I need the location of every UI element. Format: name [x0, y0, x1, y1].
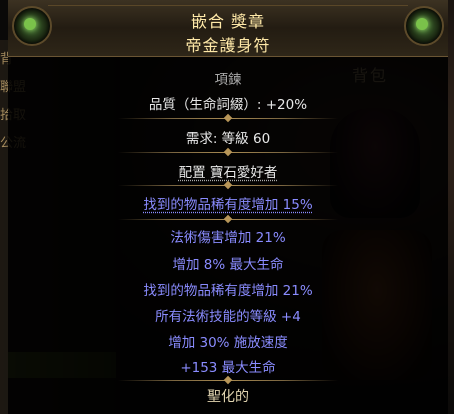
explicit-mod: 法術傷害增加 21%	[170, 230, 286, 246]
separator	[118, 185, 338, 186]
tooltip-header: 嵌合 獎章 帝金護身符	[8, 0, 448, 57]
implicit-mod: 找到的物品稀有度增加 15%	[143, 197, 313, 213]
item-tooltip: 嵌合 獎章 帝金護身符 項鍊 品質（生命詞綴）: +20% 需求: 等級 60 …	[8, 0, 448, 414]
sanctified-label: 聖化的	[207, 389, 249, 405]
item-quality: 品質（生命詞綴）: +20%	[148, 97, 308, 113]
explicit-mod: 所有法術技能的等級 +4	[155, 309, 301, 325]
separator	[118, 380, 338, 381]
item-requirement: 需求: 等級 60	[185, 131, 271, 147]
header-border	[48, 5, 408, 6]
explicit-mod: 找到的物品稀有度增加 21%	[143, 283, 313, 299]
item-class: 項鍊	[214, 72, 242, 88]
separator	[118, 118, 338, 119]
separator	[118, 219, 338, 220]
explicit-mod: +153 最大生命	[180, 360, 276, 376]
item-name: 嵌合 獎章	[190, 12, 266, 31]
separator	[118, 152, 338, 153]
explicit-mod: 增加 30% 施放速度	[168, 335, 288, 351]
anointment: 配置 寶石愛好者	[178, 165, 278, 181]
item-base-type: 帝金護身符	[185, 36, 271, 55]
explicit-mod: 增加 8% 最大生命	[172, 257, 284, 273]
tooltip-body: 項鍊 品質（生命詞綴）: +20% 需求: 等級 60 配置 寶石愛好者 找到的…	[8, 56, 448, 414]
